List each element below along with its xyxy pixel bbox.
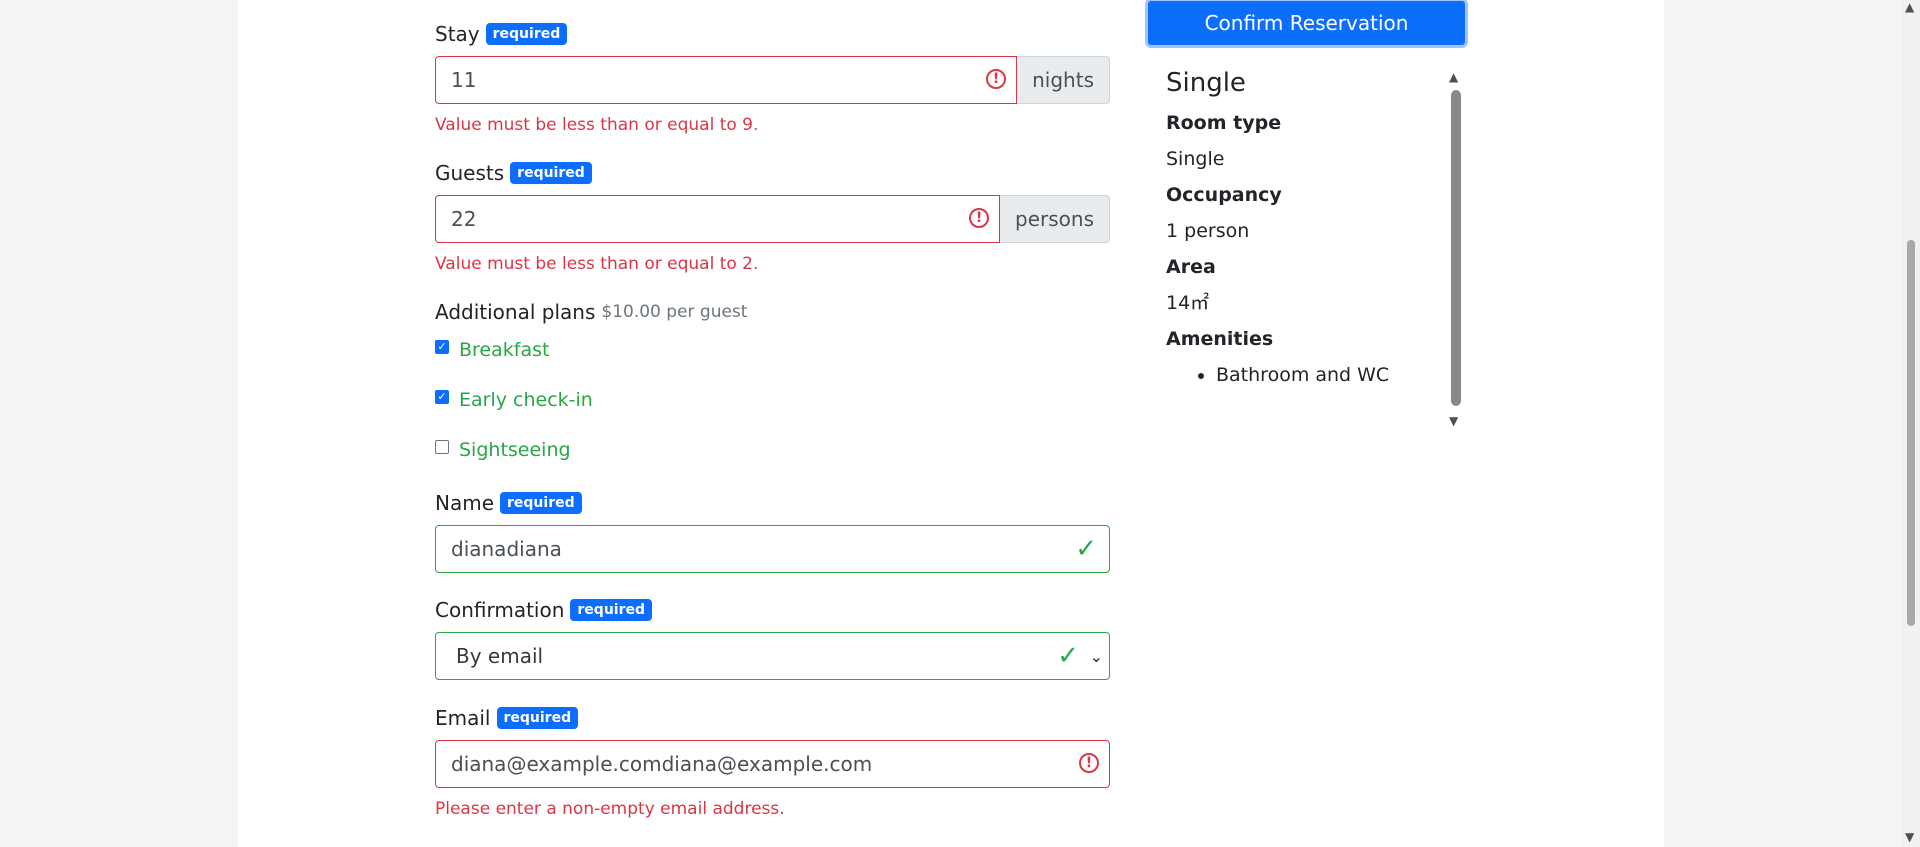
guests-unit: persons	[1000, 195, 1110, 243]
room-type-value: Single	[1166, 148, 1225, 170]
stay-unit: nights	[1017, 56, 1110, 104]
room-title: Single	[1166, 68, 1246, 98]
scrollbar-thumb[interactable]	[1451, 90, 1461, 406]
confirmation-label: Confirmation required	[435, 596, 1110, 624]
scroll-up-icon[interactable]: ▲	[1449, 70, 1458, 84]
room-type-label: Room type	[1166, 112, 1282, 134]
scrollbar-thumb[interactable]	[1907, 240, 1915, 626]
required-badge: required	[500, 492, 582, 514]
area-label: Area	[1166, 256, 1216, 278]
occupancy-label: Occupancy	[1166, 184, 1282, 206]
plans-label: Additional plans $10.00 per guest	[435, 300, 748, 324]
confirmation-select[interactable]: By email ✓ ⌄	[435, 632, 1110, 680]
stay-error: Value must be less than or equal to 9.	[435, 115, 759, 135]
error-icon: !	[1079, 753, 1099, 773]
name-input[interactable]: dianadiana ✓	[435, 525, 1110, 573]
scroll-up-icon[interactable]: ▲	[1905, 0, 1914, 14]
amenities-list: Bathroom and WC	[1166, 362, 1436, 388]
plan-option-early-check-in[interactable]: ✓ Early check-in	[435, 386, 1110, 414]
stay-label: Stay required	[435, 20, 1110, 48]
area-value: 14㎡	[1166, 292, 1210, 314]
stay-input[interactable]: 11 !	[435, 56, 1018, 104]
plan-option-sightseeing[interactable]: Sightseeing	[435, 436, 1110, 464]
name-label: Name required	[435, 489, 1110, 517]
confirmation-group: Confirmation required By email ✓ ⌄	[435, 596, 1110, 680]
amenities-label: Amenities	[1166, 328, 1274, 350]
email-group: Email required diana@example.comdiana@ex…	[435, 704, 1110, 820]
guests-input[interactable]: 22 !	[435, 195, 1001, 243]
list-item: Bathroom and WC	[1216, 362, 1436, 388]
required-badge: required	[570, 599, 653, 621]
checkbox-unchecked-icon[interactable]	[435, 440, 449, 454]
chevron-down-icon: ⌄	[1089, 647, 1103, 666]
email-label: Email required	[435, 704, 1110, 732]
check-icon: ✓	[1057, 641, 1079, 671]
plans-group: Additional plans $10.00 per guest ✓ Brea…	[435, 298, 1110, 464]
plan-option-breakfast[interactable]: ✓ Breakfast	[435, 336, 1110, 364]
checkbox-checked-icon[interactable]: ✓	[435, 340, 449, 354]
confirm-reservation-button[interactable]: Confirm Reservation	[1145, 0, 1468, 48]
check-icon: ✓	[1075, 534, 1097, 564]
room-panel-scrollbar[interactable]: ▲ ▼	[1448, 70, 1462, 430]
error-icon: !	[986, 69, 1007, 89]
guests-group: Guests required 22 ! persons Value must …	[435, 159, 1110, 275]
guests-label: Guests required	[435, 159, 1110, 187]
name-group: Name required dianadiana ✓	[435, 489, 1110, 573]
page-scrollbar[interactable]: ▲ ▼	[1902, 0, 1920, 847]
plans-price-note: $10.00 per guest	[601, 302, 748, 322]
error-icon: !	[969, 208, 990, 228]
scroll-down-icon[interactable]: ▼	[1905, 830, 1914, 844]
room-details-panel: Single Room type Single Occupancy 1 pers…	[1166, 66, 1436, 388]
occupancy-value: 1 person	[1166, 220, 1250, 242]
required-badge: required	[485, 23, 568, 45]
required-badge: required	[510, 162, 592, 184]
stay-group: Stay required 11 ! nights Value must be …	[435, 20, 1110, 136]
email-input[interactable]: diana@example.comdiana@example.com !	[435, 740, 1110, 788]
required-badge: required	[496, 707, 579, 729]
scroll-down-icon[interactable]: ▼	[1449, 414, 1458, 428]
guests-error: Value must be less than or equal to 2.	[435, 254, 759, 274]
email-error: Please enter a non-empty email address.	[435, 799, 785, 819]
checkbox-checked-icon[interactable]: ✓	[435, 390, 449, 404]
